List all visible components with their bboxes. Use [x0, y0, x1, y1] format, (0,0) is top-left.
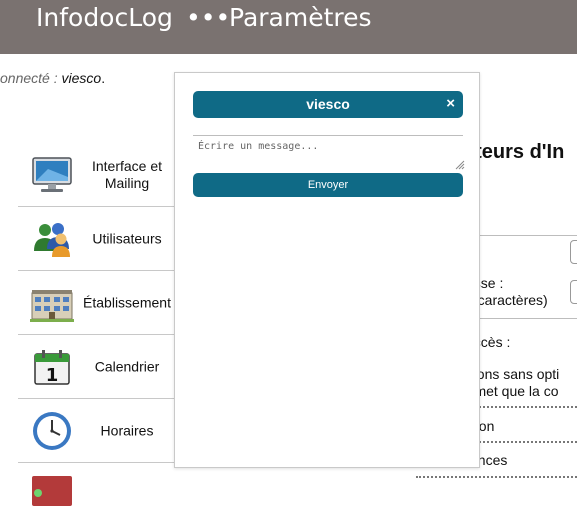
- clock-icon: [33, 412, 71, 450]
- menu-item-users-label: Utilisateurs: [92, 230, 162, 246]
- svg-text:1: 1: [46, 365, 59, 386]
- send-button[interactable]: Envoyer: [193, 173, 463, 197]
- password-input[interactable]: [570, 280, 577, 304]
- chat-dialog: viesco × Envoyer: [174, 72, 480, 468]
- settings-menu: Interface et Mailing Utilisateurs Établi…: [18, 143, 178, 527]
- menu-item-hours-label: Horaires: [100, 422, 154, 438]
- chat-recipient: viesco: [306, 96, 350, 112]
- menu-item-calendar[interactable]: 1 Calendrier: [18, 335, 178, 399]
- menu-item-establishment[interactable]: Établissement: [18, 271, 178, 335]
- menu-item-calendar-label: Calendrier: [94, 358, 160, 374]
- folder-icon: [32, 476, 72, 506]
- resize-grip-icon[interactable]: [455, 160, 465, 170]
- menu-item-establishment-label: Établissement: [83, 294, 171, 310]
- chat-header: viesco ×: [193, 91, 463, 118]
- app-title[interactable]: InfodocLog: [36, 3, 173, 32]
- calendar-icon: 1: [34, 350, 70, 386]
- monitor-icon: [32, 157, 72, 192]
- close-icon[interactable]: ×: [446, 95, 455, 112]
- users-icon: [34, 223, 70, 257]
- session-period: .: [101, 70, 106, 86]
- message-input[interactable]: [193, 135, 463, 171]
- panel-input-1[interactable]: [570, 240, 577, 264]
- session-label: onnecté :: [0, 70, 58, 86]
- header-separator: •••: [186, 3, 231, 32]
- session-user: viesco: [61, 70, 102, 86]
- section-title: Paramètres: [229, 3, 372, 32]
- building-icon: [30, 290, 74, 322]
- menu-item-hours[interactable]: Horaires: [18, 399, 178, 463]
- dotted-divider: [416, 476, 577, 478]
- menu-item-interface[interactable]: Interface et Mailing: [18, 143, 178, 207]
- menu-item-users[interactable]: Utilisateurs: [18, 207, 178, 271]
- session-info: onnecté : viesco.: [0, 70, 105, 86]
- menu-item-partial[interactable]: [18, 463, 178, 527]
- menu-item-interface-label: Interface et Mailing: [91, 157, 163, 191]
